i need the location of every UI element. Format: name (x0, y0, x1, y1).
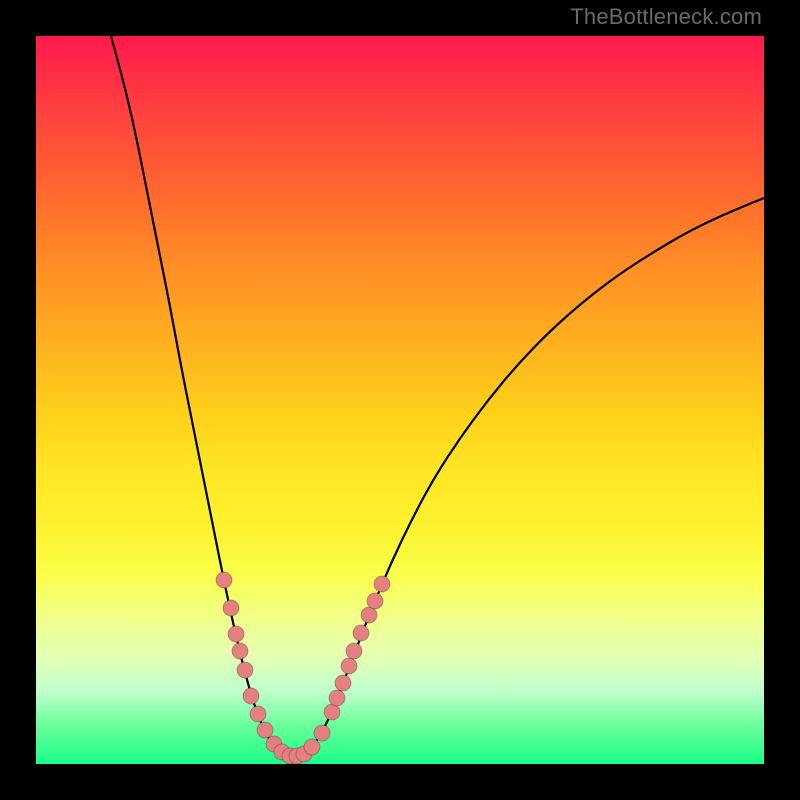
data-point (237, 662, 253, 678)
data-point (314, 725, 330, 741)
data-point (232, 643, 248, 659)
data-point (243, 688, 259, 704)
chart-frame: TheBottleneck.com (0, 0, 800, 800)
data-point (367, 593, 383, 609)
plot-area (36, 36, 764, 764)
data-point (257, 722, 273, 738)
data-point (216, 572, 232, 588)
data-point (250, 706, 266, 722)
data-point (228, 626, 244, 642)
data-point (335, 675, 351, 691)
bottleneck-curve (111, 36, 764, 757)
chart-svg (36, 36, 764, 764)
data-point (353, 625, 369, 641)
data-point (304, 739, 320, 755)
watermark-text: TheBottleneck.com (570, 4, 762, 30)
data-point (223, 600, 239, 616)
data-point (346, 643, 362, 659)
data-point (329, 690, 345, 706)
data-point (341, 658, 357, 674)
data-point (374, 576, 390, 592)
data-dots (216, 572, 390, 764)
